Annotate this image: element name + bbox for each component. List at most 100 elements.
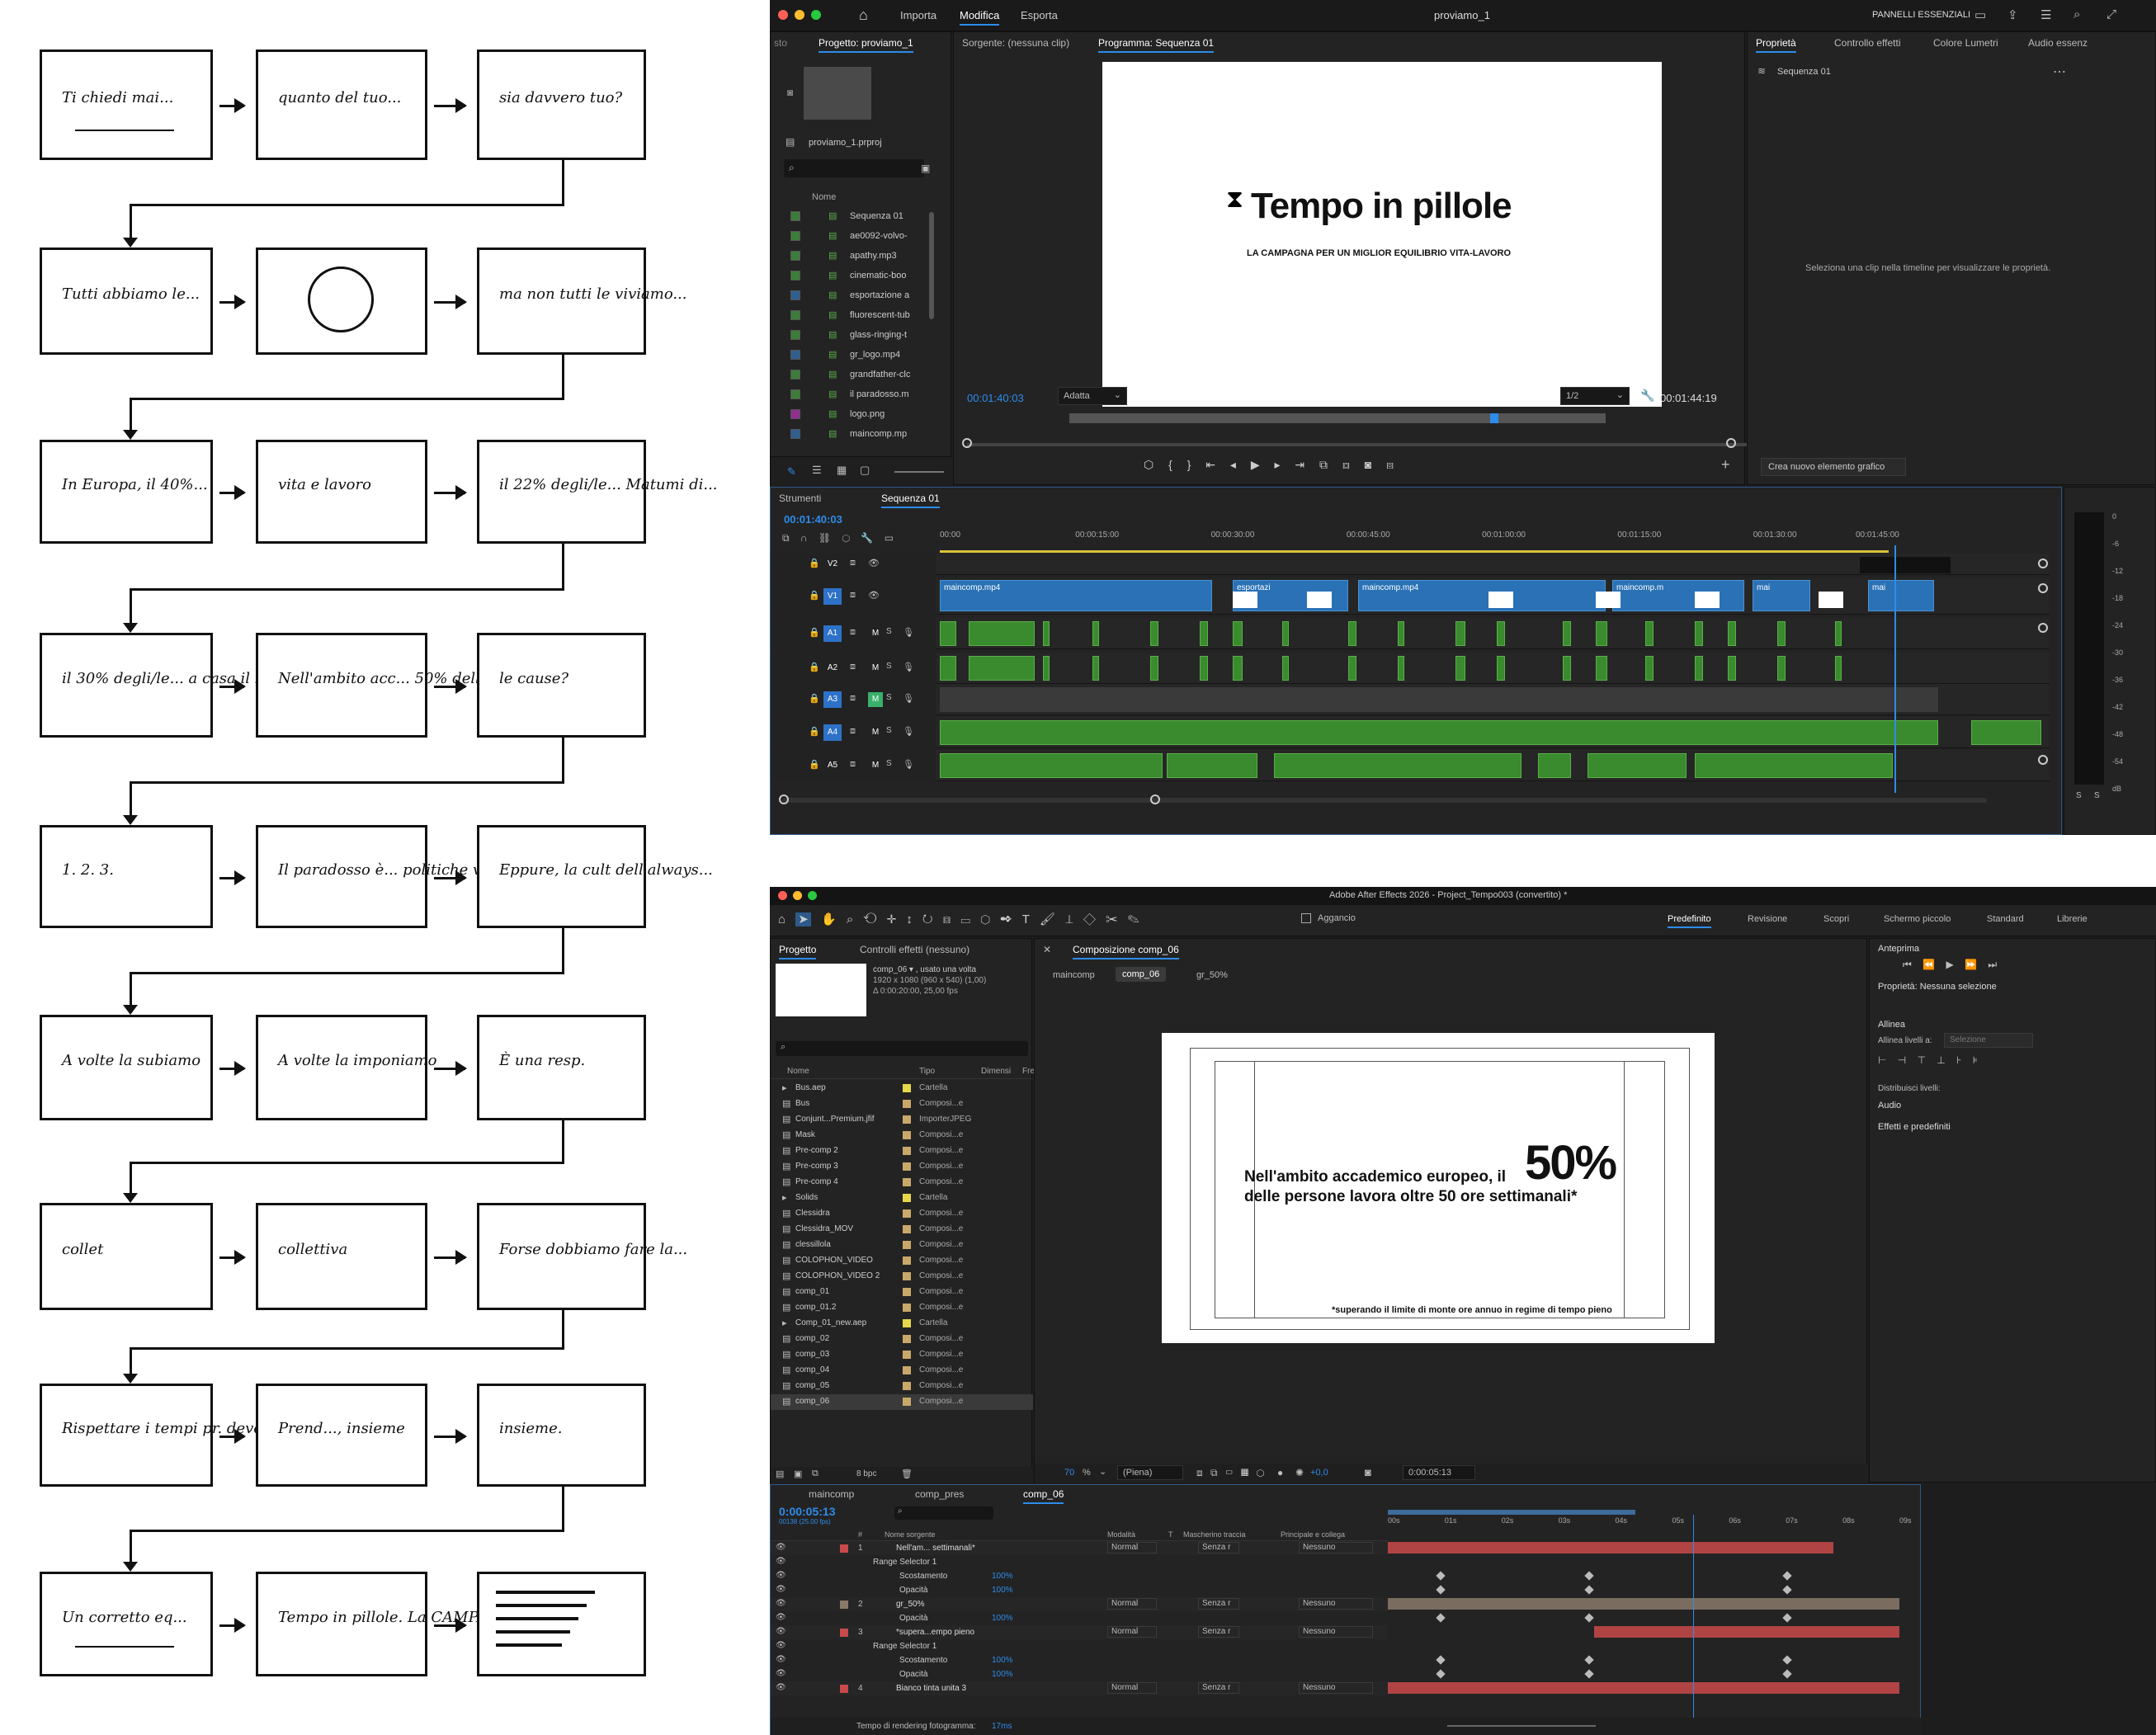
- puppet-tool-icon[interactable]: ✎: [1128, 912, 1139, 926]
- audio-clip[interactable]: [1695, 621, 1703, 646]
- home-icon[interactable]: ⌂: [859, 7, 868, 24]
- label-color[interactable]: [840, 1544, 848, 1553]
- matte-dropdown[interactable]: Senza r: [1198, 1682, 1239, 1694]
- label-color[interactable]: [903, 1131, 911, 1139]
- eye-icon[interactable]: 👁: [776, 1557, 786, 1566]
- label-color[interactable]: [903, 1366, 911, 1374]
- label-color[interactable]: [840, 1685, 848, 1693]
- audio-clip[interactable]: [1538, 753, 1571, 778]
- property-value[interactable]: 100%: [992, 1586, 1013, 1595]
- parent-dropdown[interactable]: Nessuno: [1299, 1598, 1373, 1610]
- audio-clip[interactable]: [1728, 621, 1736, 646]
- label-color[interactable]: [903, 1225, 911, 1233]
- layer-bar[interactable]: [1388, 1682, 1899, 1694]
- audio-clip[interactable]: [1728, 656, 1736, 681]
- new-bin-icon[interactable]: ▣: [921, 163, 930, 174]
- label-color[interactable]: [790, 429, 800, 439]
- parent-dropdown[interactable]: Nessuno: [1299, 1542, 1373, 1553]
- align-buttons[interactable]: ⊢ ⊣ ⊤ ⊥ ⊦ ⊧: [1878, 1054, 1978, 1066]
- track-label[interactable]: A4: [823, 724, 842, 741]
- lock-icon[interactable]: 🔒: [809, 662, 820, 672]
- label-color[interactable]: [903, 1178, 911, 1186]
- track-height-handle[interactable]: [2038, 755, 2048, 765]
- keyframe[interactable]: [1782, 1571, 1792, 1581]
- track-label[interactable]: A5: [823, 757, 842, 774]
- workspace-revisione[interactable]: Revisione: [1748, 914, 1787, 924]
- property-value[interactable]: 100%: [992, 1572, 1013, 1581]
- rotate-tool-icon[interactable]: ↻: [922, 912, 933, 926]
- label-color[interactable]: [903, 1382, 911, 1390]
- wrench-icon[interactable]: 🔧: [1640, 389, 1654, 403]
- label-color[interactable]: [903, 1100, 911, 1108]
- label-color[interactable]: [790, 389, 800, 399]
- video-clip[interactable]: maincomp.mp4: [1358, 580, 1606, 611]
- label-color[interactable]: [840, 1629, 848, 1637]
- matte-dropdown[interactable]: Senza r: [1198, 1598, 1239, 1610]
- project-item[interactable]: ▤ gr_logo.mp4: [771, 346, 952, 365]
- track-height-handle[interactable]: [2038, 559, 2048, 568]
- eye-icon[interactable]: 👁: [776, 1543, 786, 1552]
- property-row[interactable]: 👁 Scostamento 100%: [771, 1569, 1388, 1583]
- panel-layout-icon[interactable]: ▭: [1974, 7, 1986, 22]
- rectangle-tool-icon[interactable]: ▭: [960, 912, 969, 926]
- compare-icon[interactable]: ⧇: [1386, 458, 1394, 471]
- eye-icon[interactable]: 👁: [868, 590, 880, 601]
- project-item[interactable]: ▤ glass-ringing-t: [771, 326, 952, 346]
- solo-toggle[interactable]: S: [886, 726, 892, 735]
- audio-clip[interactable]: [1233, 656, 1243, 681]
- eye-icon[interactable]: 👁: [776, 1627, 786, 1636]
- snap-icon[interactable]: ∩: [800, 532, 808, 544]
- label-color[interactable]: [903, 1335, 911, 1343]
- step-back-icon[interactable]: ◂: [1230, 458, 1236, 471]
- dolly-tool-icon[interactable]: ↕: [906, 912, 913, 926]
- audio-clip[interactable]: [940, 753, 1163, 778]
- audio-clip[interactable]: [1588, 753, 1687, 778]
- layer-row[interactable]: 👁 2 gr_50% Normal Senza r Nessuno: [771, 1597, 1388, 1611]
- project-item[interactable]: ▤ Mask Composi...e: [771, 1128, 1033, 1143]
- insert-icon[interactable]: ⧉: [1319, 458, 1328, 471]
- label-color[interactable]: [903, 1084, 911, 1092]
- audio-clip[interactable]: [1455, 621, 1465, 646]
- project-item[interactable]: ▸ Comp_01_new.aep Cartella: [771, 1316, 1033, 1332]
- breadcrumb-maincomp[interactable]: maincomp: [1053, 970, 1095, 980]
- property-row[interactable]: 👁 Opacità 100%: [771, 1583, 1388, 1597]
- mode-dropdown[interactable]: Normal: [1107, 1682, 1157, 1694]
- zoom-value[interactable]: 70: [1064, 1468, 1074, 1478]
- selection-tool-icon[interactable]: ➤: [795, 912, 811, 926]
- pen-tool-icon[interactable]: ✒: [1000, 912, 1012, 926]
- move-tool-icon[interactable]: ✛: [887, 912, 896, 926]
- zoom-dot[interactable]: [808, 891, 817, 900]
- video-clip[interactable]: mai: [1868, 580, 1934, 611]
- label-color[interactable]: [903, 1304, 911, 1312]
- brush-tool-icon[interactable]: 🖌: [1040, 912, 1055, 926]
- matte-dropdown[interactable]: Senza r: [1198, 1542, 1239, 1553]
- color-channels-icon[interactable]: ●: [1277, 1467, 1283, 1478]
- column-name[interactable]: Nome: [787, 1067, 809, 1076]
- layer-row[interactable]: 👁 4 Bianco tinta unita 3 Normal Senza r Nessu…: [771, 1681, 1388, 1695]
- eye-icon[interactable]: 👁: [776, 1571, 786, 1580]
- nest-icon[interactable]: ⧉: [782, 532, 790, 544]
- menu-modifica[interactable]: Modifica: [960, 9, 1000, 26]
- trash-icon[interactable]: 🗑: [901, 1469, 913, 1479]
- search-icon[interactable]: ⌕: [2073, 7, 2080, 21]
- out-point-icon[interactable]: }: [1187, 458, 1191, 471]
- tab-effect-controls[interactable]: Controlli effetti (nessuno): [860, 944, 969, 955]
- minimize-dot[interactable]: [795, 10, 804, 20]
- roto-tool-icon[interactable]: ✂: [1106, 912, 1117, 926]
- track-height-handle[interactable]: [2038, 623, 2048, 633]
- breadcrumb-gr50[interactable]: gr_50%: [1196, 970, 1228, 980]
- effects-presets-title[interactable]: Effetti e predefiniti: [1878, 1122, 1951, 1132]
- marker-icon[interactable]: ⬡: [1144, 458, 1153, 471]
- last-frame-icon[interactable]: ⏭: [1988, 959, 1997, 970]
- keyframe[interactable]: [1584, 1613, 1594, 1623]
- project-item[interactable]: ▤ comp_01.2 Composi...e: [771, 1300, 1033, 1316]
- audio-clip[interactable]: [1695, 753, 1893, 778]
- align-to-dropdown[interactable]: Selezione: [1944, 1033, 2033, 1048]
- scroll-handle-left[interactable]: [779, 794, 789, 804]
- keyframe[interactable]: [1782, 1669, 1792, 1679]
- audio-clip[interactable]: [1282, 621, 1289, 646]
- breadcrumb-comp06[interactable]: comp_06: [1116, 967, 1167, 982]
- audio-clip[interactable]: [1150, 621, 1158, 646]
- project-item[interactable]: ▤ Pre-comp 4 Composi...e: [771, 1175, 1033, 1190]
- project-item[interactable]: ▤ maincomp.mp: [771, 425, 952, 445]
